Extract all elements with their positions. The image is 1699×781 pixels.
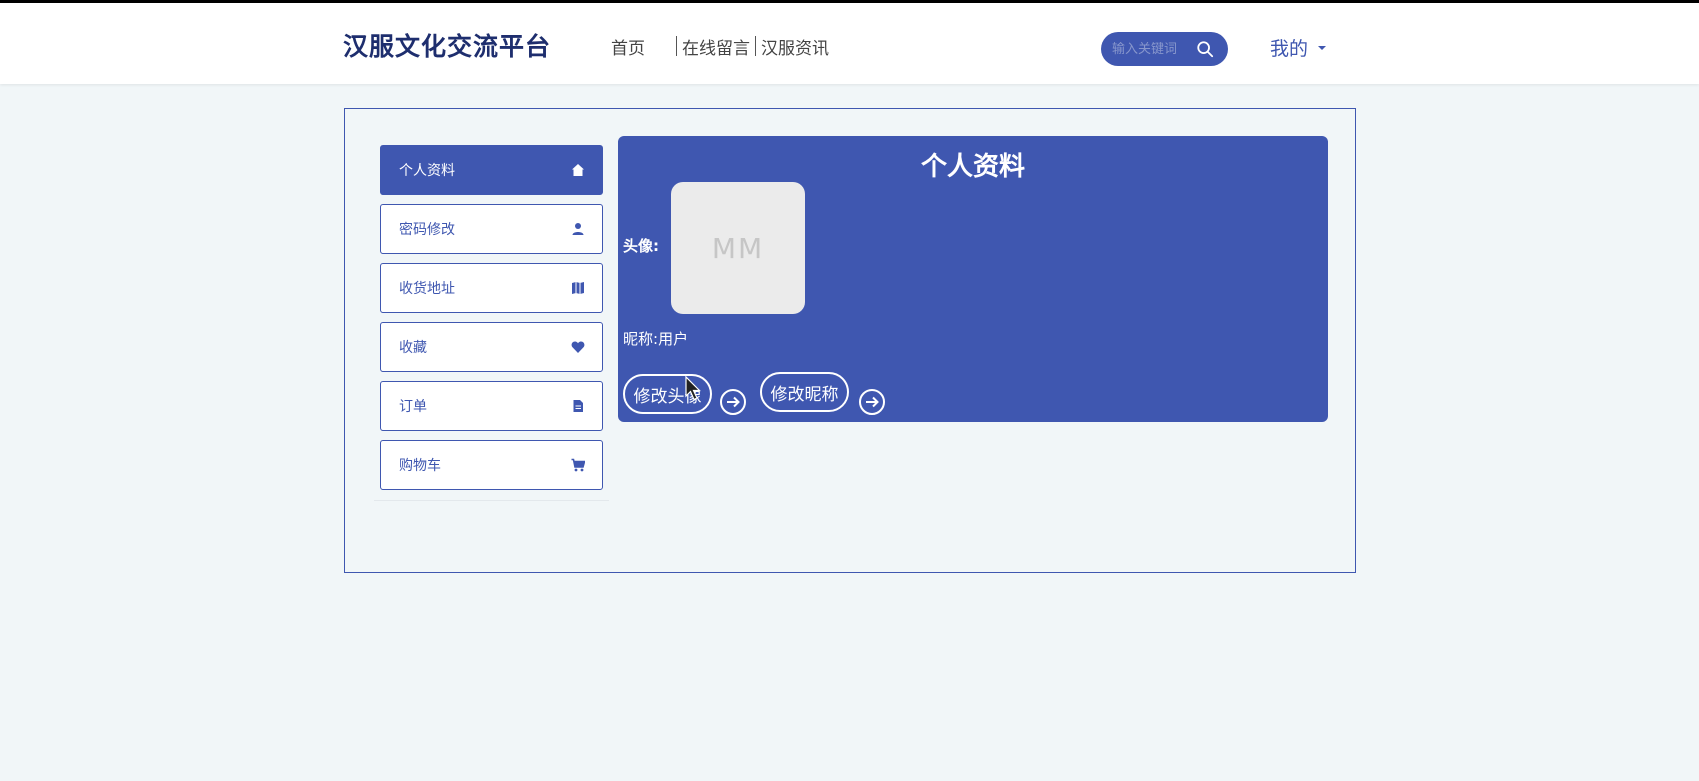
mouse-cursor-icon bbox=[685, 376, 701, 401]
sidebar-item-label: 个人资料 bbox=[399, 163, 455, 179]
sidebar-item-orders[interactable]: 订单 bbox=[380, 381, 603, 431]
nav-divider bbox=[755, 36, 756, 56]
sidebar: 个人资料 密码修改 收货地址 收藏 订单 购物车 bbox=[380, 145, 603, 499]
profile-card: 个人资料 头像: MM 昵称: 用户 修改头像 修改昵称 bbox=[618, 136, 1328, 422]
sidebar-item-password[interactable]: 密码修改 bbox=[380, 204, 603, 254]
arrow-right-icon[interactable] bbox=[719, 388, 747, 416]
map-icon bbox=[572, 282, 584, 294]
home-icon bbox=[572, 164, 584, 176]
arrow-right-icon[interactable] bbox=[858, 388, 886, 416]
sidebar-item-profile[interactable]: 个人资料 bbox=[380, 145, 603, 195]
sidebar-item-address[interactable]: 收货地址 bbox=[380, 263, 603, 313]
site-logo[interactable]: 汉服文化交流平台 bbox=[343, 27, 551, 63]
chevron-down-icon bbox=[1318, 45, 1327, 50]
sidebar-item-label: 收货地址 bbox=[399, 281, 455, 297]
sidebar-item-cart[interactable]: 购物车 bbox=[380, 440, 603, 490]
sidebar-item-label: 收藏 bbox=[399, 340, 427, 356]
main-nav: 首页 在线留言 汉服资讯 bbox=[611, 34, 829, 59]
sidebar-item-favorites[interactable]: 收藏 bbox=[380, 322, 603, 372]
user-menu-dropdown[interactable]: 我的 bbox=[1270, 34, 1327, 61]
nav-hanfu-news[interactable]: 汉服资讯 bbox=[761, 34, 829, 59]
profile-title: 个人资料 bbox=[920, 152, 1025, 182]
search-icon[interactable] bbox=[1196, 40, 1214, 58]
sidebar-item-label: 密码修改 bbox=[399, 222, 455, 238]
nickname-row: 昵称: 用户 bbox=[623, 328, 688, 349]
sidebar-item-label: 购物车 bbox=[399, 458, 441, 474]
change-nickname-button[interactable]: 修改昵称 bbox=[760, 372, 849, 412]
avatar[interactable]: MM bbox=[671, 182, 805, 314]
search-box bbox=[1101, 32, 1228, 66]
avatar-label: 头像: bbox=[623, 237, 659, 255]
nickname-value: 用户 bbox=[658, 330, 689, 348]
file-icon bbox=[573, 400, 583, 412]
heart-icon bbox=[571, 341, 585, 353]
user-icon bbox=[572, 223, 584, 235]
nav-home[interactable]: 首页 bbox=[611, 34, 645, 59]
nav-message-board[interactable]: 在线留言 bbox=[682, 34, 750, 59]
nav-divider bbox=[676, 36, 677, 56]
nickname-label: 昵称: bbox=[623, 330, 659, 348]
search-input[interactable] bbox=[1112, 41, 1194, 57]
user-menu-label: 我的 bbox=[1270, 38, 1309, 60]
sidebar-item-label: 订单 bbox=[399, 399, 427, 415]
top-header: 汉服文化交流平台 首页 在线留言 汉服资讯 我的 bbox=[0, 3, 1699, 84]
sidebar-divider bbox=[374, 500, 609, 501]
cart-icon bbox=[571, 458, 585, 472]
